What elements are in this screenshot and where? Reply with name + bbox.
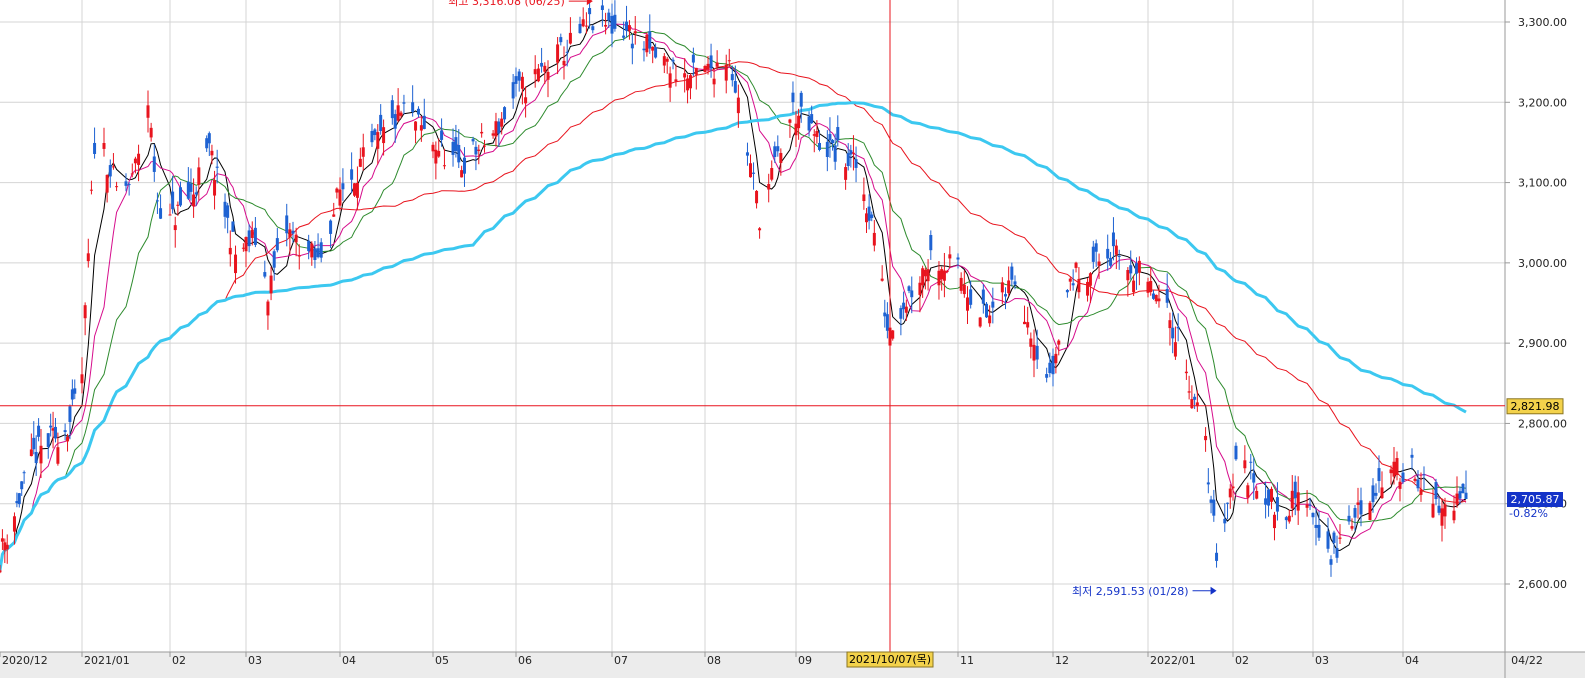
y-tick-label: 3,000.00 — [1518, 257, 1567, 270]
x-tick-label: 12 — [1055, 654, 1069, 667]
x-tick-label: 04 — [342, 654, 356, 667]
x-tick-label: 07 — [614, 654, 628, 667]
crosshair-value-label: 2,821.98 — [1511, 400, 1560, 413]
x-tick-label: 2021/01 — [84, 654, 130, 667]
y-tick-label: 2,800.00 — [1518, 417, 1567, 430]
price-chart[interactable]: 2,600.002,700.002,800.002,900.003,000.00… — [0, 0, 1585, 678]
y-tick-label: 3,300.00 — [1518, 16, 1567, 29]
y-tick-label: 2,900.00 — [1518, 337, 1567, 350]
x-tick-label: 11 — [960, 654, 974, 667]
x-tick-label: 2022/01 — [1150, 654, 1196, 667]
x-tick-label: 03 — [248, 654, 262, 667]
high-annotation: 최고 3,316.08 (06/25) — [448, 0, 565, 8]
x-tick-label: 08 — [707, 654, 721, 667]
x-tick-label: 02 — [1235, 654, 1249, 667]
y-tick-label: 2,600.00 — [1518, 578, 1567, 591]
y-tick-label: 3,200.00 — [1518, 96, 1567, 109]
candle[interactable] — [1368, 500, 1372, 521]
candle[interactable] — [985, 302, 988, 319]
x-tick-label: 04 — [1405, 654, 1419, 667]
low-annotation: 최저 2,591.53 (01/28) — [1072, 585, 1189, 598]
x-tick-label: 03 — [1315, 654, 1329, 667]
x-tick-label: 04/22 — [1511, 654, 1543, 667]
x-axis-strip — [0, 652, 1585, 678]
candle[interactable] — [978, 316, 982, 328]
candle[interactable] — [231, 221, 235, 232]
y-tick-label: 3,100.00 — [1518, 177, 1567, 190]
x-tick-label: 06 — [518, 654, 532, 667]
x-tick-label: 02 — [172, 654, 186, 667]
x-tick-label: 09 — [798, 654, 812, 667]
x-tick-label: 2020/12 — [2, 654, 48, 667]
candle[interactable] — [1461, 483, 1465, 494]
candle[interactable] — [353, 183, 357, 197]
x-tick-label: 05 — [435, 654, 449, 667]
last-price-change: -0.82% — [1509, 507, 1548, 520]
crosshair-date-label: 2021/10/07(목) — [849, 653, 931, 666]
last-price-label: 2,705.87 — [1511, 493, 1560, 506]
